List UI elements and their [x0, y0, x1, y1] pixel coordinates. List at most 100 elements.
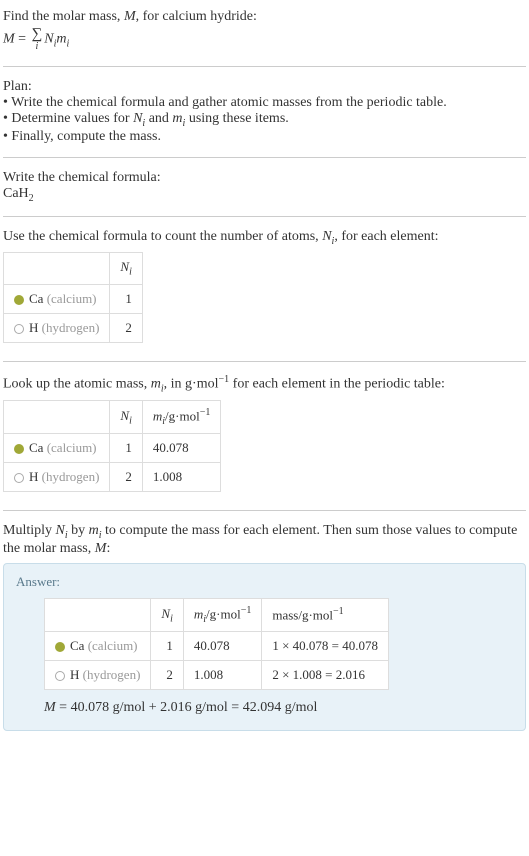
element-cell: H (hydrogen)	[4, 313, 110, 342]
plan-bullet-1: • Write the chemical formula and gather …	[3, 95, 526, 111]
element-cell: H (hydrogen)	[4, 463, 110, 492]
count-value: 1	[110, 434, 142, 463]
elem-symbol: H	[29, 469, 38, 484]
count-value: 1	[110, 284, 142, 313]
divider	[3, 510, 526, 511]
table-header-row: Ni mi/g·mol−1 mass/g·mol−1	[45, 599, 389, 632]
eq-lhs: M	[3, 32, 15, 47]
chem-sub: 2	[29, 193, 34, 204]
mass-table: Ni mi/g·mol−1 Ca (calcium) 1 40.078 H (h…	[3, 400, 221, 492]
table-row: Ca (calcium) 1	[4, 284, 143, 313]
var-m: m	[89, 523, 99, 538]
header-mi: mi/g·mol−1	[142, 401, 220, 434]
mass-title-b: , in g·mol	[164, 377, 219, 392]
header-Ni: Ni	[110, 253, 142, 285]
table-row: H (hydrogen) 2 1.008 2 × 1.008 = 2.016	[45, 661, 389, 690]
eq-m-sub: i	[67, 39, 70, 50]
count-value: 2	[110, 463, 142, 492]
table-row: Ca (calcium) 1 40.078 1 × 40.078 = 40.07…	[45, 632, 389, 661]
count-value: 2	[110, 313, 142, 342]
table-row: H (hydrogen) 2	[4, 313, 143, 342]
plan-bullet-3: • Finally, compute the mass.	[3, 129, 526, 145]
answer-box: Answer: Ni mi/g·mol−1 mass/g·mol−1 Ca (c…	[3, 563, 526, 731]
sigma-index: i	[36, 42, 39, 52]
answer-table: Ni mi/g·mol−1 mass/g·mol−1 Ca (calcium) …	[44, 598, 389, 690]
eq-eq: =	[15, 32, 30, 47]
plan-section: Plan: • Write the chemical formula and g…	[3, 75, 526, 149]
elem-name: (calcium)	[43, 291, 96, 306]
sigma-icon: ∑i	[32, 27, 43, 52]
var-M: M	[95, 541, 107, 556]
plan-b2-a: • Determine values for	[3, 111, 133, 126]
header-Ni: Ni	[151, 599, 183, 632]
computed-mass: 1 × 40.078 = 40.078	[262, 632, 389, 661]
header-Ni: Ni	[110, 401, 142, 434]
compute-t-a: Multiply	[3, 523, 56, 538]
count-section: Use the chemical formula to count the nu…	[3, 225, 526, 353]
count-table: Ni Ca (calcium) 1 H (hydrogen) 2	[3, 252, 143, 343]
elem-symbol: H	[70, 667, 79, 682]
divider	[3, 157, 526, 158]
mass-value: 1.008	[183, 661, 261, 690]
divider	[3, 216, 526, 217]
intro-line1: Find the molar mass, M, for calcium hydr…	[3, 9, 526, 25]
element-cell: Ca (calcium)	[45, 632, 151, 661]
intro-text: Find the molar mass,	[3, 9, 124, 24]
plan-b2-c: using these items.	[185, 111, 288, 126]
elem-symbol: H	[29, 320, 38, 335]
element-cell: Ca (calcium)	[4, 434, 110, 463]
mass-value: 40.078	[142, 434, 220, 463]
calcium-dot-icon	[55, 642, 65, 652]
hydrogen-dot-icon	[55, 671, 65, 681]
intro-section: Find the molar mass, M, for calcium hydr…	[3, 5, 526, 58]
formula-title: Write the chemical formula:	[3, 170, 526, 186]
final-result: M = 40.078 g/mol + 2.016 g/mol = 42.094 …	[44, 700, 513, 716]
elem-symbol: Ca	[29, 440, 43, 455]
mass-title: Look up the atomic mass, mi, in g·mol−1 …	[3, 374, 526, 394]
compute-t-b: by	[68, 523, 89, 538]
mass-section: Look up the atomic mass, mi, in g·mol−1 …	[3, 370, 526, 502]
table-row: Ca (calcium) 1 40.078	[4, 434, 221, 463]
molar-mass-equation: M = ∑iNimi	[3, 27, 526, 52]
mass-value: 40.078	[183, 632, 261, 661]
elem-name: (hydrogen)	[38, 320, 99, 335]
hydrogen-dot-icon	[14, 473, 24, 483]
var-m: m	[172, 111, 182, 126]
compute-section: Multiply Ni by mi to compute the mass fo…	[3, 519, 526, 735]
elem-name: (calcium)	[84, 638, 137, 653]
count-value: 2	[151, 661, 183, 690]
plan-title: Plan:	[3, 79, 526, 95]
var-M: M	[44, 700, 56, 715]
table-row: H (hydrogen) 2 1.008	[4, 463, 221, 492]
divider	[3, 361, 526, 362]
elem-name: (calcium)	[43, 440, 96, 455]
header-mi: mi/g·mol−1	[183, 599, 261, 632]
final-text: = 40.078 g/mol + 2.016 g/mol = 42.094 g/…	[56, 700, 318, 715]
chemical-formula: CaH2	[3, 186, 526, 204]
var-m: m	[151, 377, 161, 392]
elem-symbol: Ca	[70, 638, 84, 653]
mass-title-c: for each element in the periodic table:	[229, 377, 445, 392]
empty-header	[4, 401, 110, 434]
calcium-dot-icon	[14, 444, 24, 454]
mass-value: 1.008	[142, 463, 220, 492]
table-header-row: Ni mi/g·mol−1	[4, 401, 221, 434]
empty-header	[4, 253, 110, 285]
var-N: N	[322, 229, 331, 244]
eq-m: m	[56, 32, 66, 47]
count-title: Use the chemical formula to count the nu…	[3, 229, 526, 247]
var-M: M	[124, 9, 136, 24]
answer-label: Answer:	[16, 574, 513, 590]
var-N: N	[56, 523, 65, 538]
elem-name: (hydrogen)	[38, 469, 99, 484]
calcium-dot-icon	[14, 295, 24, 305]
element-cell: H (hydrogen)	[45, 661, 151, 690]
formula-section: Write the chemical formula: CaH2	[3, 166, 526, 208]
hydrogen-dot-icon	[14, 324, 24, 334]
plan-bullet-2: • Determine values for Ni and mi using t…	[3, 111, 526, 129]
compute-t-d: :	[106, 541, 110, 556]
compute-title: Multiply Ni by mi to compute the mass fo…	[3, 523, 526, 557]
elem-symbol: Ca	[29, 291, 43, 306]
table-header-row: Ni	[4, 253, 143, 285]
sigma-symbol: ∑	[32, 27, 43, 42]
